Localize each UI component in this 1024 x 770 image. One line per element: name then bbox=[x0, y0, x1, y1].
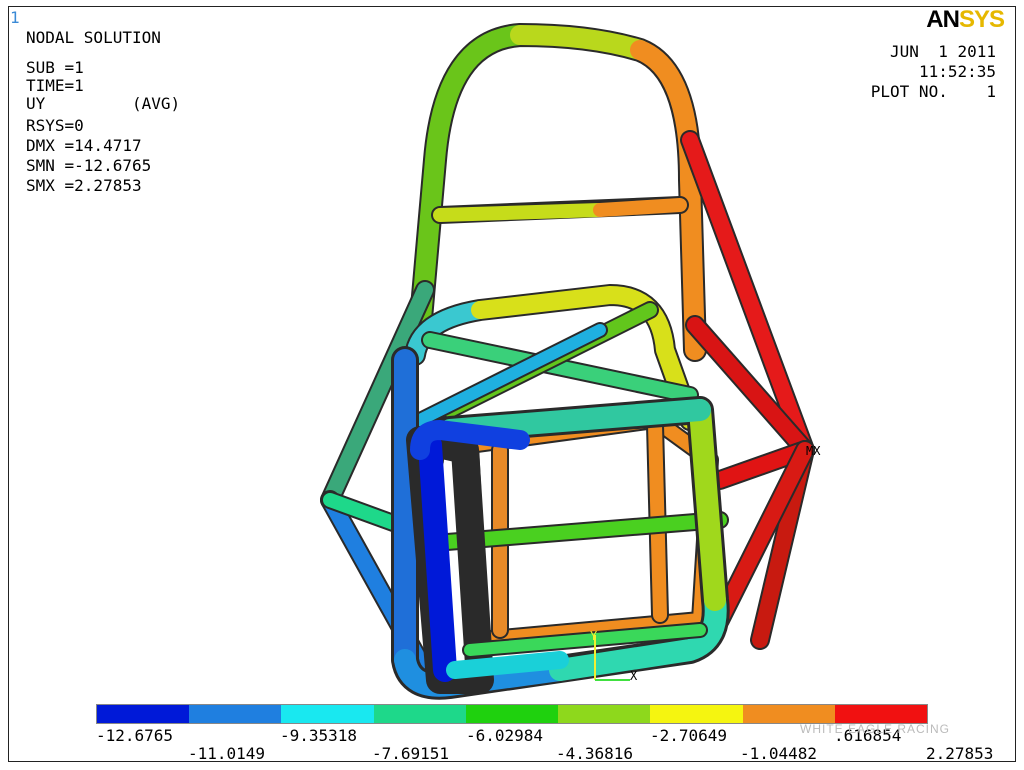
legend-label-8: -1.04482 bbox=[740, 744, 818, 763]
legend-label-1: -12.6765 bbox=[96, 726, 174, 745]
legend-swatch-2 bbox=[189, 705, 282, 723]
triad-x-label: X bbox=[630, 669, 638, 683]
legend-swatch-9 bbox=[834, 705, 927, 723]
legend-label-6: -4.36816 bbox=[556, 744, 634, 763]
legend-label-3: -9.35318 bbox=[280, 726, 358, 745]
legend-swatch-4 bbox=[373, 705, 466, 723]
ansys-plot-window: 1 NODAL SOLUTION SUB =1 TIME=1 UY (AVG) … bbox=[0, 0, 1024, 770]
contour-legend bbox=[96, 704, 928, 724]
legend-label-2: -11.0149 bbox=[188, 744, 266, 763]
legend-label-7: -2.70649 bbox=[650, 726, 728, 745]
triad-y-label: Y bbox=[590, 629, 598, 643]
legend-swatch-3 bbox=[281, 705, 374, 723]
watermark: WHITE EAGLE RACING bbox=[800, 722, 951, 736]
legend-label-10: 2.27853 bbox=[926, 744, 994, 763]
legend-swatch-7 bbox=[650, 705, 743, 723]
frame-model: Y X MX bbox=[320, 23, 821, 700]
legend-swatch-1 bbox=[97, 705, 190, 723]
legend-label-5: -6.02984 bbox=[466, 726, 544, 745]
legend-swatch-6 bbox=[558, 705, 651, 723]
max-marker: MX bbox=[806, 444, 821, 458]
legend-swatch-8 bbox=[742, 705, 835, 723]
legend-label-4: -7.69151 bbox=[372, 744, 450, 763]
legend-swatch-5 bbox=[465, 705, 559, 723]
